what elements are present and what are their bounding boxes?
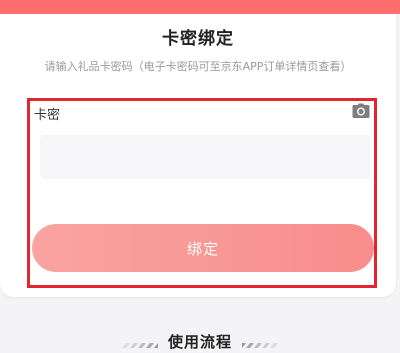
section-title-usage-process: 使用流程 xyxy=(167,333,232,351)
top-accent-strip xyxy=(0,0,400,14)
instruction-text: 请输入礼品卡密码（电子卡密码可至京东APP订单详情页查看） xyxy=(44,60,352,73)
section-title-deco-right xyxy=(242,343,278,348)
page-title: 卡密绑定 xyxy=(162,29,234,49)
field-label-card-password: 卡密 xyxy=(34,108,61,123)
card-password-input[interactable] xyxy=(40,135,370,179)
camera-icon[interactable] xyxy=(352,103,370,119)
bind-button[interactable]: 绑定 xyxy=(32,224,374,272)
card-binding-panel: 卡密绑定 请输入礼品卡密码（电子卡密码可至京东APP订单详情页查看） 卡密 绑定 xyxy=(0,0,400,297)
